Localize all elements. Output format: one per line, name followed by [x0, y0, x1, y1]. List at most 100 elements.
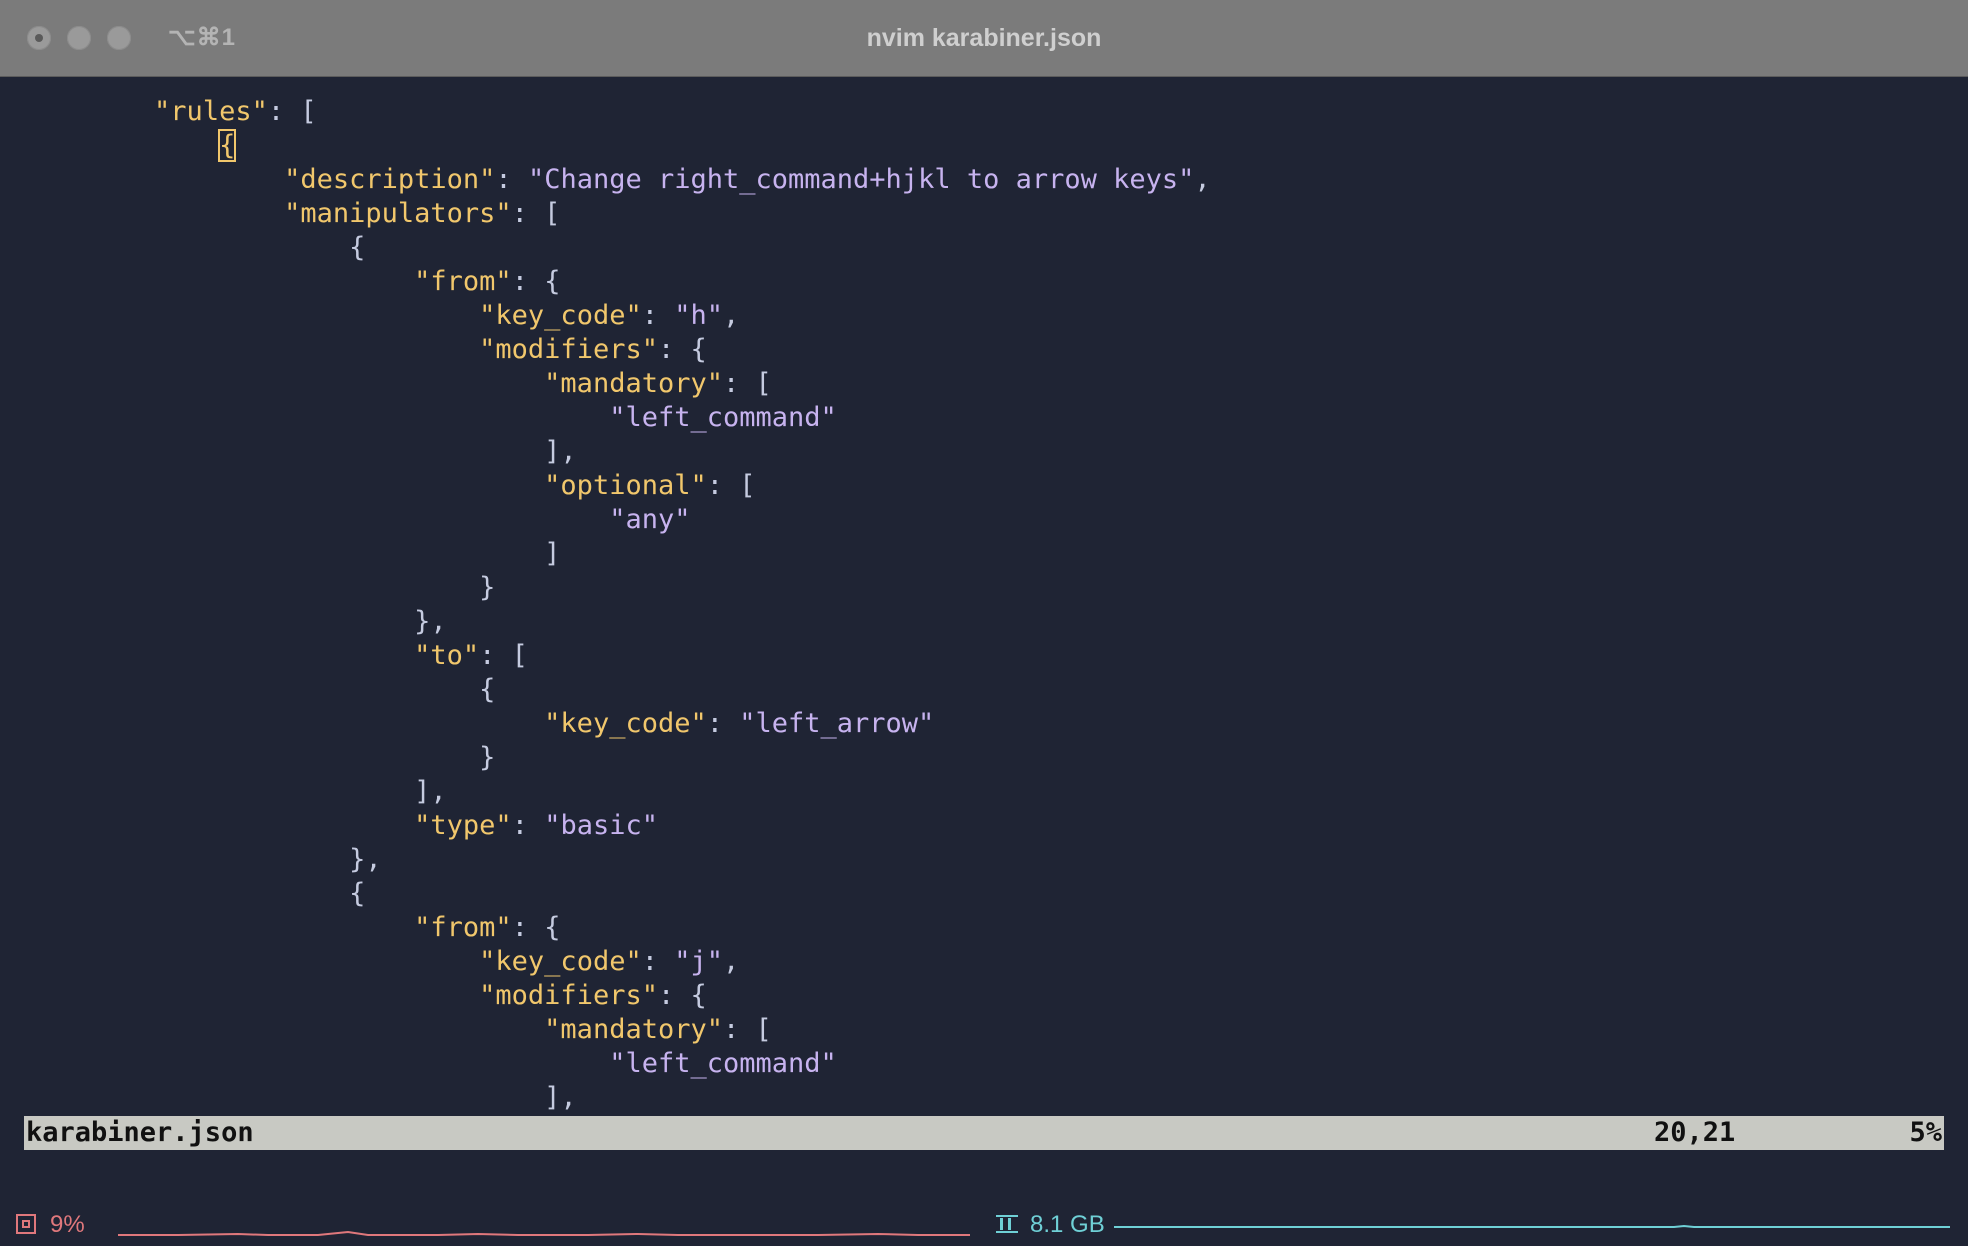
- code-text: : [: [511, 198, 561, 229]
- memory-graph-line: [1114, 1224, 1950, 1228]
- code-line[interactable]: "mandatory": [: [24, 1013, 1944, 1047]
- code-text: ,: [723, 300, 740, 331]
- json-string: "Change right_command+hjkl to arrow keys…: [527, 164, 1195, 195]
- code-text: {: [24, 878, 366, 909]
- code-line[interactable]: "left_command": [24, 1047, 1944, 1081]
- code-line[interactable]: {: [24, 231, 1944, 265]
- json-key: "mandatory": [544, 1014, 723, 1045]
- json-key: "rules": [154, 96, 268, 127]
- code-text: : [: [722, 368, 772, 399]
- code-text: :: [706, 708, 740, 739]
- code-line[interactable]: },: [24, 605, 1944, 639]
- json-key: "modifiers": [479, 334, 658, 365]
- code-line[interactable]: "modifiers": {: [24, 333, 1944, 367]
- code-line[interactable]: ]: [24, 537, 1944, 571]
- json-string: "left_command": [609, 402, 837, 433]
- editor-buffer[interactable]: "rules": [ { "description": "Change righ…: [24, 95, 1944, 1110]
- cpu-usage-value: 9%: [50, 1211, 85, 1238]
- code-text: : {: [511, 912, 561, 943]
- code-line[interactable]: "from": {: [24, 265, 1944, 299]
- code-line[interactable]: {: [24, 673, 1944, 707]
- code-line[interactable]: "description": "Change right_command+hjk…: [24, 163, 1944, 197]
- code-text: ],: [24, 1082, 577, 1110]
- json-key: "optional": [544, 470, 707, 501]
- code-text: :: [641, 300, 675, 331]
- json-string: "h": [674, 300, 724, 331]
- cpu-usage-graph: [118, 1230, 970, 1236]
- code-text: {: [24, 674, 496, 705]
- code-text: }: [24, 742, 496, 773]
- code-line[interactable]: "type": "basic": [24, 809, 1944, 843]
- code-line[interactable]: }: [24, 571, 1944, 605]
- code-line[interactable]: },: [24, 843, 1944, 877]
- json-string: "left_command": [609, 1048, 837, 1079]
- json-string: "j": [674, 946, 724, 977]
- memory-icon: [996, 1215, 1018, 1233]
- json-key: "description": [284, 164, 496, 195]
- code-text: },: [24, 844, 382, 875]
- json-key: "from": [414, 912, 512, 943]
- code-line[interactable]: "optional": [: [24, 469, 1944, 503]
- code-line[interactable]: {: [24, 877, 1944, 911]
- json-string: "basic": [544, 810, 658, 841]
- code-line[interactable]: "modifiers": {: [24, 979, 1944, 1013]
- cpu-chip-icon: [16, 1214, 36, 1234]
- json-key: "from": [414, 266, 512, 297]
- terminal-window: ⌥⌘1 nvim karabiner.json "rules": [ { "de…: [0, 0, 1968, 1246]
- code-text: : [: [267, 96, 317, 127]
- code-text: :: [495, 164, 528, 195]
- code-text: ],: [24, 776, 447, 807]
- json-string: "any": [609, 504, 691, 535]
- json-key: "type": [414, 810, 512, 841]
- code-line[interactable]: "key_code": "j",: [24, 945, 1944, 979]
- memory-usage-value: 8.1 GB: [1030, 1211, 1105, 1238]
- code-line[interactable]: {: [24, 129, 1944, 163]
- code-line[interactable]: ],: [24, 435, 1944, 469]
- json-key: "key_code": [479, 300, 642, 331]
- code-line[interactable]: "mandatory": [: [24, 367, 1944, 401]
- code-text: : [: [706, 470, 756, 501]
- status-cursor-position: 20,21: [1654, 1117, 1736, 1148]
- code-text: ]: [24, 538, 561, 569]
- code-line[interactable]: "rules": [: [24, 95, 1944, 129]
- vim-statusline: karabiner.json 20,21 5%: [24, 1116, 1944, 1150]
- code-text: : {: [511, 266, 561, 297]
- code-text: }: [24, 572, 496, 603]
- json-key: "modifiers": [479, 980, 658, 1011]
- code-line[interactable]: "left_command": [24, 401, 1944, 435]
- code-line[interactable]: "from": {: [24, 911, 1944, 945]
- code-line[interactable]: ],: [24, 1081, 1944, 1110]
- code-line[interactable]: "any": [24, 503, 1944, 537]
- title-bar[interactable]: ⌥⌘1 nvim karabiner.json: [0, 0, 1968, 77]
- code-line[interactable]: ],: [24, 775, 1944, 809]
- code-text: :: [511, 810, 545, 841]
- json-key: "mandatory": [544, 368, 723, 399]
- code-text: ,: [723, 946, 740, 977]
- window-title: nvim karabiner.json: [866, 24, 1102, 52]
- code-line[interactable]: "key_code": "h",: [24, 299, 1944, 333]
- code-text: ],: [24, 436, 577, 467]
- code-line[interactable]: "key_code": "left_arrow": [24, 707, 1944, 741]
- json-key: "to": [414, 640, 480, 671]
- json-key: "manipulators": [284, 198, 512, 229]
- code-text: : {: [657, 334, 707, 365]
- code-line[interactable]: "to": [: [24, 639, 1944, 673]
- code-line[interactable]: "manipulators": [: [24, 197, 1944, 231]
- code-line[interactable]: }: [24, 741, 1944, 775]
